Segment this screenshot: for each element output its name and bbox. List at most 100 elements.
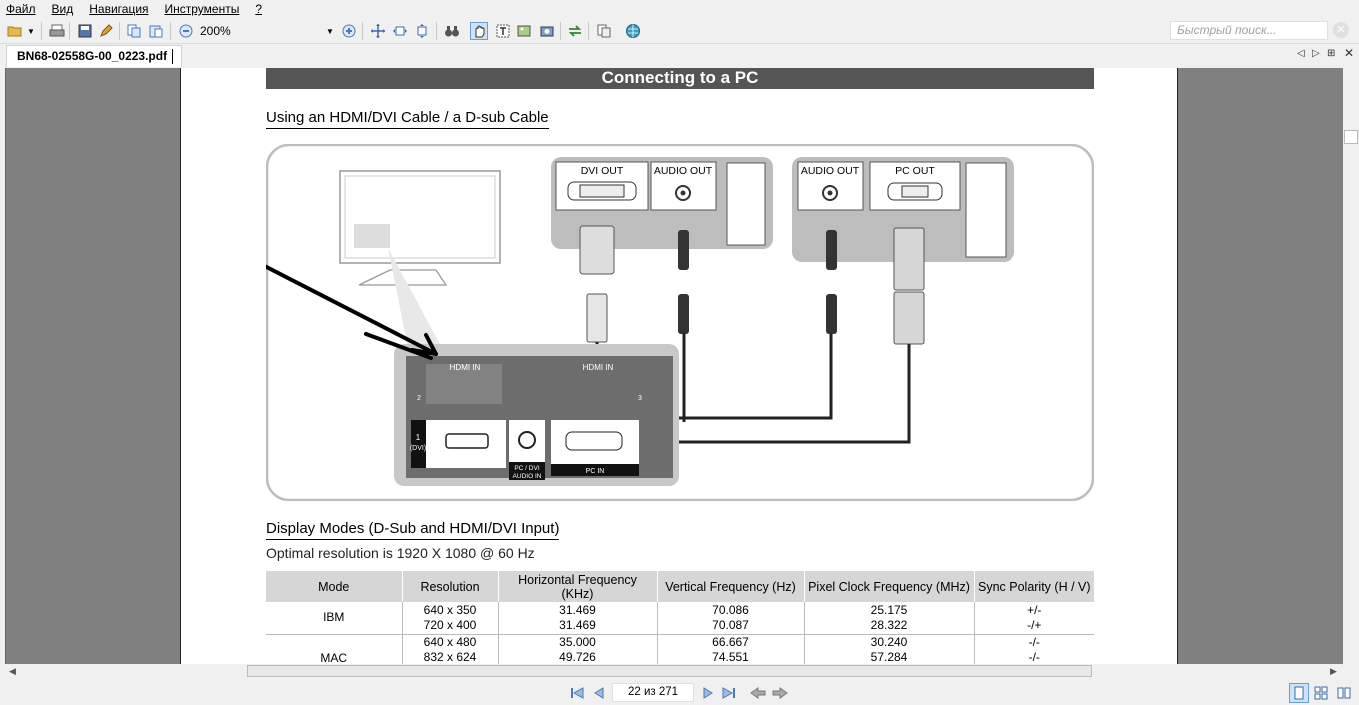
- binoculars-icon[interactable]: [443, 22, 461, 40]
- table-cell: 66.667: [712, 635, 749, 649]
- tab-bar: BN68-02558G-00_0223.pdf ◁ ▷ ⊞ ✕: [0, 45, 1359, 68]
- hdmi-in-label-2: HDMI IN: [583, 363, 614, 372]
- toolbar-separator: [41, 22, 42, 40]
- duplicate-icon[interactable]: [595, 22, 613, 40]
- toolbar-separator: [69, 22, 70, 40]
- section-title: Connecting to a PC: [266, 68, 1094, 89]
- hand-icon[interactable]: [470, 22, 488, 40]
- paste-icon[interactable]: [147, 22, 165, 40]
- forward-icon[interactable]: [771, 684, 789, 702]
- table-cell: 640 x 350: [423, 602, 477, 617]
- audio-out-label-2: AUDIO OUT: [801, 165, 860, 177]
- select-text-icon[interactable]: [494, 22, 512, 40]
- table-cell: 640 x 480: [423, 635, 477, 649]
- copy-icon[interactable]: [125, 22, 143, 40]
- table-header: Horizontal Frequency (KHz): [498, 571, 658, 602]
- table-cell: -/-: [1028, 635, 1040, 649]
- optimal-resolution-text: Optimal resolution is 1920 X 1080 @ 60 H…: [266, 545, 535, 561]
- open-icon[interactable]: [6, 22, 24, 40]
- horizontal-scroll-thumb[interactable]: [247, 665, 1092, 677]
- chevron-down-icon[interactable]: ▼: [326, 22, 336, 40]
- globe-icon[interactable]: [624, 22, 642, 40]
- tab-document[interactable]: BN68-02558G-00_0223.pdf: [6, 45, 183, 67]
- vertical-scrollbar[interactable]: [1343, 68, 1359, 664]
- toolbar-separator: [119, 22, 120, 40]
- vertical-scroll-thumb[interactable]: [1344, 130, 1358, 144]
- scroll-left-icon[interactable]: ◀: [9, 664, 16, 678]
- select-image-icon[interactable]: [515, 22, 533, 40]
- table-header: Mode: [266, 571, 403, 602]
- toolbar-separator: [560, 22, 561, 40]
- table-cell: +/-: [1027, 602, 1042, 617]
- table-cell: 70.087: [712, 617, 749, 632]
- fit-width-icon[interactable]: [391, 22, 409, 40]
- port-1-sub-label: (DVI): [410, 445, 426, 452]
- print-icon[interactable]: [48, 22, 66, 40]
- toolbar-separator: [588, 22, 589, 40]
- table-cell: 49.726: [559, 650, 596, 664]
- facing-view-icon[interactable]: [1334, 683, 1354, 703]
- zoom-select[interactable]: 200%: [196, 22, 336, 40]
- table-header: Sync Polarity (H / V): [974, 571, 1094, 602]
- subsection-heading-display-modes: Display Modes (D-Sub and HDMI/DVI Input): [266, 520, 560, 540]
- zoom-out-icon[interactable]: [177, 22, 195, 40]
- table-header: Resolution: [402, 571, 499, 602]
- snapshot-icon[interactable]: [538, 22, 556, 40]
- audio-out-label: AUDIO OUT: [654, 165, 713, 177]
- pc-out-label: PC OUT: [895, 165, 935, 177]
- rotate-icon[interactable]: [566, 22, 584, 40]
- open-dropdown-icon[interactable]: ▼: [26, 22, 36, 40]
- pc-in-label: PC IN: [586, 468, 605, 475]
- horizontal-scrollbar[interactable]: ◀ ▶: [5, 664, 1343, 678]
- port-2-label: 2: [417, 395, 421, 402]
- fit-height-icon[interactable]: [413, 22, 431, 40]
- table-cell: 28.322: [870, 617, 908, 632]
- table-cell: 31.469: [559, 602, 596, 617]
- pdf-viewer-window: Файл Вид Навигация Инструменты ? ▼ 200% …: [0, 0, 1359, 705]
- menu-navigation[interactable]: Навигация: [89, 2, 148, 16]
- scroll-right-icon[interactable]: ▶: [1330, 664, 1337, 678]
- tab-next-icon[interactable]: ▷: [1312, 48, 1320, 59]
- tab-prev-icon[interactable]: ◁: [1297, 48, 1305, 59]
- table-cell: 25.175: [870, 602, 908, 617]
- table-header: Pixel Clock Frequency (MHz): [804, 571, 975, 602]
- quick-search-input[interactable]: Быстрый поиск...: [1170, 21, 1328, 40]
- menu-view[interactable]: Вид: [52, 2, 74, 16]
- table-cell: 70.086: [712, 602, 749, 617]
- toolbar-separator: [362, 22, 363, 40]
- page-number-field[interactable]: 22 из 271: [612, 683, 694, 702]
- tab-close-icon[interactable]: ✕: [1344, 46, 1354, 60]
- table-cell: 30.240: [870, 635, 908, 649]
- subsection-heading-cables: Using an HDMI/DVI Cable / a D-sub Cable: [266, 109, 549, 129]
- table-cell: 57.284: [870, 650, 908, 664]
- prev-page-icon[interactable]: [590, 684, 608, 702]
- port-1-label: 1: [416, 433, 421, 442]
- single-page-view-icon[interactable]: [1289, 683, 1309, 703]
- hdmi-in-label: HDMI IN: [450, 363, 481, 372]
- last-page-icon[interactable]: [720, 684, 738, 702]
- table-cell: 35.000: [559, 635, 596, 649]
- menu-help[interactable]: ?: [255, 2, 262, 16]
- table-cell: -/+: [1027, 617, 1042, 632]
- save-icon[interactable]: [76, 22, 94, 40]
- edit-icon[interactable]: [97, 22, 115, 40]
- menu-tools[interactable]: Инструменты: [165, 2, 240, 16]
- toolbar-separator: [436, 22, 437, 40]
- first-page-icon[interactable]: [568, 684, 586, 702]
- next-page-icon[interactable]: [699, 684, 717, 702]
- menu-bar: Файл Вид Навигация Инструменты ?: [0, 0, 1359, 18]
- document-view[interactable]: Connecting to a PC Using an HDMI/DVI Cab…: [5, 68, 1343, 664]
- table-cell-mode: MAC: [266, 634, 403, 664]
- close-icon[interactable]: ✕: [1333, 22, 1349, 38]
- back-icon[interactable]: [749, 684, 767, 702]
- table-cell: 74.551: [712, 650, 749, 664]
- tab-list-icon[interactable]: ⊞: [1327, 48, 1335, 59]
- table-cell: -/-: [1028, 650, 1040, 664]
- menu-file[interactable]: Файл: [6, 2, 36, 16]
- toolbar: ▼ 200% ▼: [0, 18, 1359, 44]
- table-cell: 720 x 400: [423, 617, 477, 632]
- port-3-label: 3: [638, 395, 642, 402]
- fit-page-icon[interactable]: [369, 22, 387, 40]
- continuous-view-icon[interactable]: [1311, 683, 1331, 703]
- zoom-in-icon[interactable]: [340, 22, 358, 40]
